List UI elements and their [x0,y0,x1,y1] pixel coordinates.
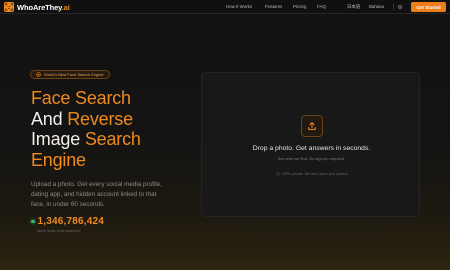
sun-icon [397,4,403,10]
language-japanese[interactable]: 日本語 [347,4,360,10]
nav-divider [393,4,394,10]
privacy-text: 100% private. We don't store your photos [281,172,348,176]
photo-dropzone[interactable]: Drop a photo. Get answers in seconds. Se… [201,72,420,217]
hero-badge: World's Best Face Search Engine [30,70,110,79]
nav-link-pricing[interactable]: Pricing [293,4,306,9]
dropzone-title: Drop a photo. Get answers in seconds. [252,145,371,152]
hero-headline: Face Search And Reverse Image Search Eng… [31,88,141,170]
theme-toggle-button[interactable] [396,3,404,11]
top-navbar: WhoAreThey.ai How It Works Features Pric… [0,0,450,14]
upload-button[interactable] [301,115,323,137]
brand-name: WhoAreThey.ai [17,2,70,12]
live-status-dot [31,219,35,224]
star-badge-icon [36,72,41,77]
counter-value: 1,346,786,424 [37,216,105,227]
face-counter: 1,346,786,424 [31,216,104,227]
badge-label: World's Best Face Search Engine [44,72,104,77]
shield-icon [275,172,280,176]
upload-icon [308,122,316,130]
face-scan-icon [4,2,14,12]
counter-caption: faces ready to be searched [37,229,81,233]
language-bahasa[interactable]: Bahasa [369,4,384,9]
nav-link-features[interactable]: Features [265,4,282,9]
brand-logo[interactable]: WhoAreThey.ai [4,2,70,12]
privacy-note: 100% private. We don't store your photos [202,172,421,176]
nav-link-how-it-works[interactable]: How It Works [226,4,252,9]
hero-subtitle: Upload a photo. Get every social media p… [31,181,162,208]
dropzone-subtitle: See who we find. No sign-up required. [277,156,346,161]
get-started-button[interactable]: Get Started [411,2,446,12]
nav-link-faq[interactable]: FAQ [317,4,326,9]
